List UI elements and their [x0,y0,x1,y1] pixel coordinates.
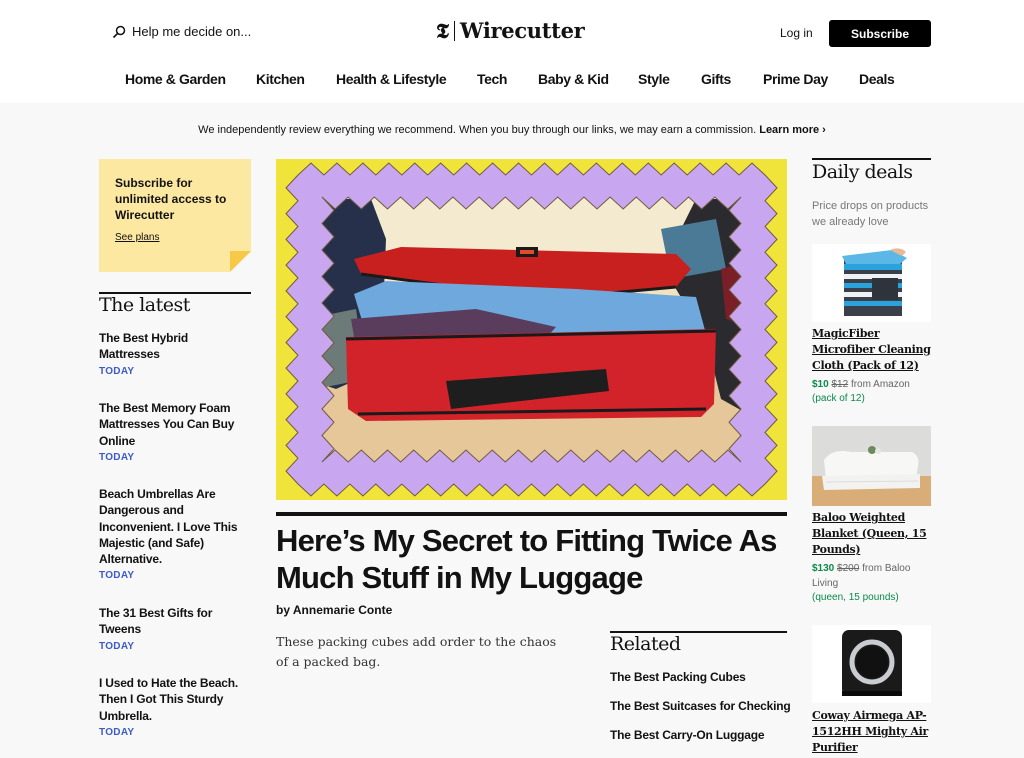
wirecutter-logo[interactable]: 𝕿 Wirecutter [436,18,585,44]
logo-divider [453,21,455,41]
nav-home-garden[interactable]: Home & Garden [125,71,226,87]
deal-name[interactable]: Baloo Weighted Blanket (Queen, 15 Pounds… [812,510,934,558]
latest-item-date: TODAY [99,640,135,652]
latest-item-date: TODAY [99,365,135,377]
nav-kitchen[interactable]: Kitchen [256,71,305,87]
main-nav: Home & Garden Kitchen Health & Lifestyle… [0,71,1024,91]
hero-image[interactable] [276,159,787,500]
promo-title: Subscribe for unlimited access to Wirecu… [115,176,227,222]
weighted-blanket-photo [812,426,931,506]
search-placeholder: Help me decide on... [132,24,252,39]
latest-item-title[interactable]: The 31 Best Gifts for Tweens [99,605,249,638]
logo-wordmark: Wirecutter [459,18,585,43]
microfiber-cloth-photo [812,244,931,322]
disclaimer-text: We independently review everything we re… [198,124,757,136]
deal-original-price: $200 [837,563,860,574]
login-link[interactable]: Log in [780,26,813,40]
deal-image-air-purifier[interactable] [812,625,931,703]
deal-note: (pack of 12) [812,393,865,404]
deal-image-weighted-blanket[interactable] [812,426,931,506]
article-byline: by Annemarie Conte [276,603,393,617]
related-link[interactable]: The Best Packing Cubes [610,670,746,684]
latest-item[interactable]: The Best Hybrid Mattresses TODAY [99,330,249,377]
affiliate-disclaimer: We independently review everything we re… [0,124,1024,136]
deals-heading: Daily deals [812,161,913,183]
packing-cube-photo [276,159,787,500]
deal-current-price: $130 [812,563,835,574]
deals-subtitle: Price drops on products we already love [812,200,929,228]
related-heading: Related [610,633,681,655]
article-headline[interactable]: Here’s My Secret to Fitting Twice As Muc… [276,522,791,596]
latest-item-title[interactable]: Beach Umbrellas Are Dangerous and Inconv… [99,486,249,567]
air-purifier-photo [812,625,931,703]
deals-rule [812,158,931,160]
latest-item-date: TODAY [99,570,135,582]
related-link[interactable]: The Best Suitcases for Checking [610,699,791,713]
deal-name[interactable]: Coway Airmega AP-1512HH Mighty Air Purif… [812,708,934,756]
nav-deals[interactable]: Deals [859,71,895,87]
latest-item-date: TODAY [99,726,135,738]
latest-item-title[interactable]: The Best Hybrid Mattresses [99,330,249,363]
latest-item[interactable]: The 31 Best Gifts for Tweens TODAY [99,605,249,652]
latest-item[interactable]: Beach Umbrellas Are Dangerous and Inconv… [99,486,249,581]
promo-fold-corner [230,251,251,272]
subscribe-promo-card: Subscribe for unlimited access to Wirecu… [99,159,251,272]
nav-style[interactable]: Style [638,71,670,87]
nav-tech[interactable]: Tech [477,71,507,87]
nav-gifts[interactable]: Gifts [701,71,731,87]
latest-item-title[interactable]: I Used to Hate the Beach. Then I Got Thi… [99,675,249,724]
latest-item-title[interactable]: The Best Memory Foam Mattresses You Can … [99,400,249,449]
deal-note: (queen, 15 pounds) [812,592,899,603]
search-input[interactable]: Help me decide on... [112,24,251,39]
deal-image-microfiber-cloth[interactable] [812,244,931,322]
site-header: Help me decide on... 𝕿 Wirecutter Log in… [0,0,1024,103]
nav-baby-kid[interactable]: Baby & Kid [538,71,609,87]
latest-item[interactable]: I Used to Hate the Beach. Then I Got Thi… [99,675,249,738]
deal-current-price: $10 [812,379,829,390]
hero-rule [276,512,787,516]
deal-price: $10 $12 from Amazon [812,377,934,392]
latest-item-date: TODAY [99,451,135,463]
deal-name[interactable]: MagicFiber Microfiber Cleaning Cloth (Pa… [812,326,934,374]
nyt-t-icon: 𝕿 [436,18,449,43]
related-link[interactable]: The Best Carry-On Luggage [610,728,765,742]
search-icon [112,25,126,38]
nav-health-lifestyle[interactable]: Health & Lifestyle [336,71,447,87]
deal-source: from Amazon [850,379,910,390]
see-plans-link[interactable]: See plans [115,232,159,243]
nav-prime-day[interactable]: Prime Day [763,71,828,87]
subscribe-button[interactable]: Subscribe [829,20,931,47]
article-dek: These packing cubes add order to the cha… [276,634,557,669]
deal-original-price: $12 [831,379,849,390]
deal-price: $130 $200 from Baloo Living [812,561,934,591]
latest-item[interactable]: The Best Memory Foam Mattresses You Can … [99,400,249,463]
learn-more-link[interactable]: Learn more › [759,124,826,136]
latest-heading: The latest [99,294,190,316]
